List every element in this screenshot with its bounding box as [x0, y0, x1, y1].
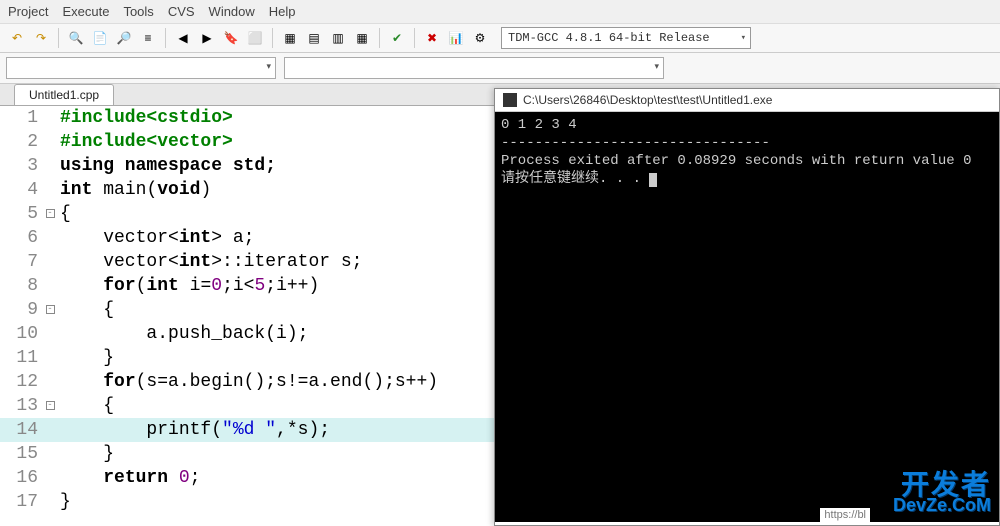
code-text: } [56, 490, 71, 514]
line-number: 16 [0, 466, 44, 490]
fold-gutter[interactable]: - [44, 202, 56, 226]
menu-project[interactable]: Project [8, 4, 48, 19]
toolbar-separator [165, 28, 166, 48]
code-text: { [56, 394, 114, 418]
menu-cvs[interactable]: CVS [168, 4, 195, 19]
undo-icon[interactable]: ↶ [6, 27, 28, 49]
code-text: int main(void) [56, 178, 211, 202]
toolbar-separator [272, 28, 273, 48]
close-red-icon[interactable]: ✖ [421, 27, 443, 49]
prev-icon[interactable]: ◀ [172, 27, 194, 49]
menu-window[interactable]: Window [209, 4, 255, 19]
fold-gutter[interactable]: - [44, 394, 56, 418]
search-icon[interactable]: 🔍 [65, 27, 87, 49]
line-number: 14 [0, 418, 44, 442]
check-icon[interactable]: ✔ [386, 27, 408, 49]
code-text: for(s=a.begin();s!=a.end();s++) [56, 370, 438, 394]
function-combo[interactable] [284, 57, 664, 79]
menu-bar: Project Execute Tools CVS Window Help [0, 0, 1000, 24]
code-text: using namespace std; [56, 154, 276, 178]
console-icon [503, 93, 517, 107]
console-window: C:\Users\26846\Desktop\test\test\Untitle… [494, 88, 1000, 526]
bookmark-icon[interactable]: 🔖 [220, 27, 242, 49]
line-number: 8 [0, 274, 44, 298]
line-number: 3 [0, 154, 44, 178]
toolbar-separator [58, 28, 59, 48]
profile-icon[interactable]: ⚙ [469, 27, 491, 49]
layout4-icon[interactable]: ▦ [351, 27, 373, 49]
line-number: 12 [0, 370, 44, 394]
console-title-text: C:\Users\26846\Desktop\test\test\Untitle… [523, 93, 772, 107]
line-number: 15 [0, 442, 44, 466]
line-number: 1 [0, 106, 44, 130]
search-in-files-icon[interactable]: 📄 [89, 27, 111, 49]
code-text: } [56, 346, 114, 370]
layout2-icon[interactable]: ▤ [303, 27, 325, 49]
toolbar-separator [379, 28, 380, 48]
line-number: 9 [0, 298, 44, 322]
code-text: } [56, 442, 114, 466]
menu-help[interactable]: Help [269, 4, 296, 19]
line-number: 17 [0, 490, 44, 514]
redo-icon[interactable]: ↷ [30, 27, 52, 49]
class-combo[interactable] [6, 57, 276, 79]
combo-row [0, 53, 1000, 84]
code-text: printf("%d ",*s); [56, 418, 330, 442]
compiler-select[interactable]: TDM-GCC 4.8.1 64-bit Release [501, 27, 751, 49]
menu-execute[interactable]: Execute [62, 4, 109, 19]
line-number: 4 [0, 178, 44, 202]
code-text: #include<vector> [56, 130, 233, 154]
watermark-en: DevZe.CoM [893, 496, 991, 514]
console-output: 0 1 2 3 4 ------------------------------… [495, 112, 999, 522]
footer-url: https://bl [820, 508, 870, 522]
cursor-icon [649, 173, 657, 187]
layout3-icon[interactable]: ▥ [327, 27, 349, 49]
layout1-icon[interactable]: ▦ [279, 27, 301, 49]
code-text: { [56, 202, 71, 226]
console-titlebar[interactable]: C:\Users\26846\Desktop\test\test\Untitle… [495, 89, 999, 112]
next-icon[interactable]: ▶ [196, 27, 218, 49]
line-number: 5 [0, 202, 44, 226]
line-number: 7 [0, 250, 44, 274]
line-number: 2 [0, 130, 44, 154]
menu-tools[interactable]: Tools [123, 4, 153, 19]
line-number: 11 [0, 346, 44, 370]
watermark-cn: 开发者 [901, 476, 991, 494]
toolbar: ↶↷🔍📄🔎≡◀▶🔖⬜▦▤▥▦✔✖📊⚙ TDM-GCC 4.8.1 64-bit … [0, 24, 1000, 53]
line-number: 13 [0, 394, 44, 418]
code-text: return 0; [56, 466, 200, 490]
tab-untitled1[interactable]: Untitled1.cpp [14, 84, 114, 105]
fold-gutter[interactable]: - [44, 298, 56, 322]
find-replace-icon[interactable]: 🔎 [113, 27, 135, 49]
chart-icon[interactable]: 📊 [445, 27, 467, 49]
line-number: 6 [0, 226, 44, 250]
goto-icon[interactable]: ≡ [137, 27, 159, 49]
code-text: #include<cstdio> [56, 106, 233, 130]
line-number: 10 [0, 322, 44, 346]
toolbar-separator [414, 28, 415, 48]
code-text: vector<int> a; [56, 226, 254, 250]
stop-icon[interactable]: ⬜ [244, 27, 266, 49]
code-text: a.push_back(i); [56, 322, 308, 346]
code-text: vector<int>::iterator s; [56, 250, 362, 274]
code-text: for(int i=0;i<5;i++) [56, 274, 319, 298]
code-text: { [56, 298, 114, 322]
